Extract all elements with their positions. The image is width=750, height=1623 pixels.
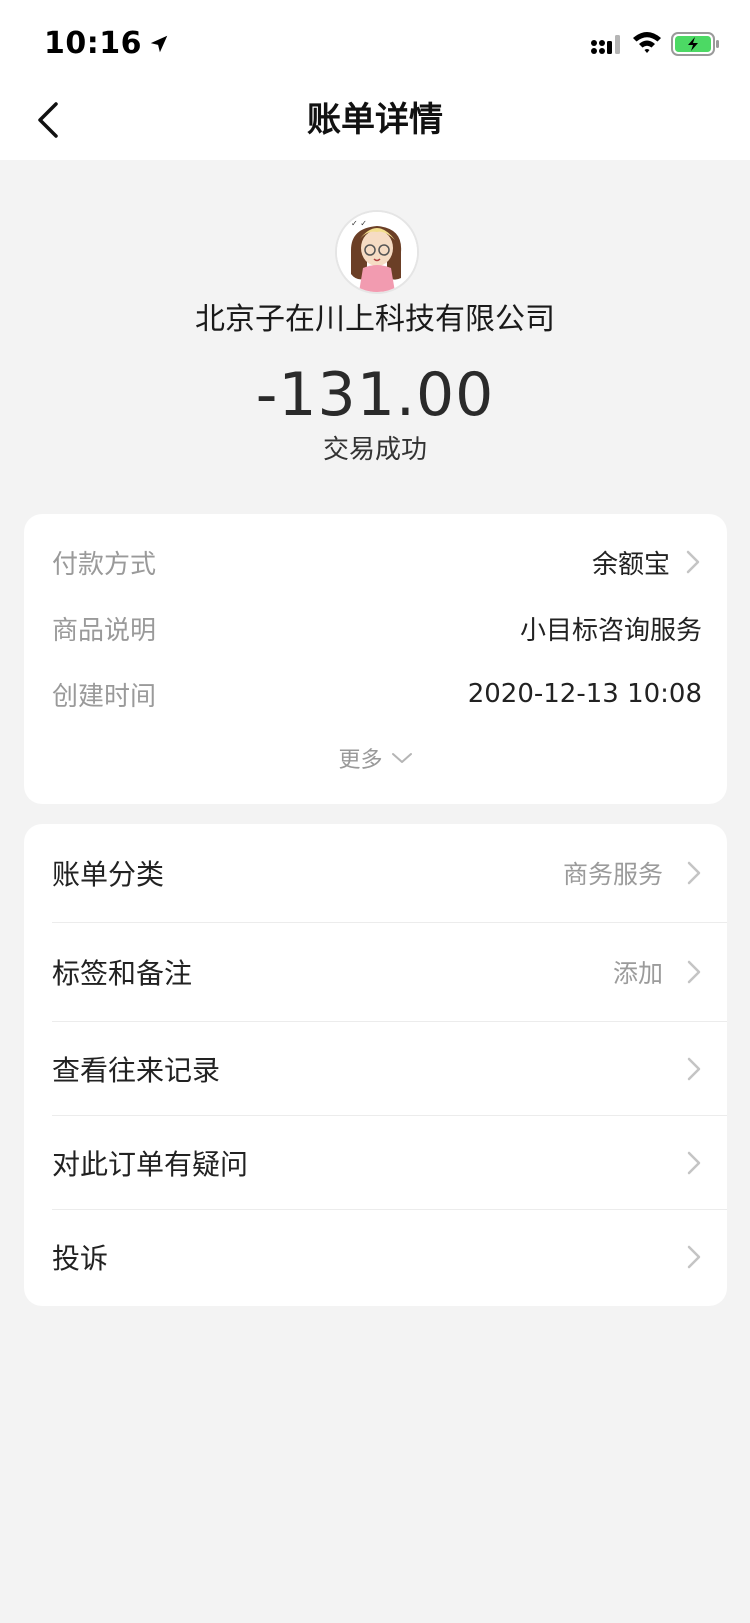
actions-card: 账单分类 商务服务 标签和备注 添加 查看往来记录 对此订单有疑问 投诉	[24, 824, 727, 1306]
status-bar: 10:16	[0, 0, 750, 88]
tags-notes-label: 标签和备注	[52, 957, 193, 990]
chevron-right-icon	[684, 548, 702, 576]
payment-method-value-wrap: 余额宝	[592, 544, 702, 581]
product-value: 小目标咨询服务	[519, 615, 702, 646]
created-time-label: 创建时间	[52, 681, 157, 712]
transaction-status: 交易成功	[322, 435, 427, 465]
chevron-right-icon	[685, 1149, 703, 1177]
product-row: 商品说明 小目标咨询服务	[52, 604, 702, 652]
order-question-row[interactable]: 对此订单有疑问	[52, 1116, 727, 1209]
details-card: 付款方式 余额宝 商品说明 小目标咨询服务 创建时间 2020-12-13 10…	[24, 514, 727, 804]
bill-category-label: 账单分类	[52, 858, 165, 891]
bill-category-right: 商务服务	[563, 855, 727, 891]
location-arrow-icon	[150, 35, 168, 52]
more-label: 更多	[338, 748, 383, 773]
complaint-row[interactable]: 投诉	[52, 1210, 727, 1304]
battery-charging-icon	[671, 32, 719, 56]
merchant-avatar: ✓ ✓	[335, 210, 419, 294]
more-button[interactable]: 更多	[24, 738, 727, 778]
order-question-label: 对此订单有疑问	[52, 1147, 249, 1181]
chevron-right-icon	[685, 859, 703, 887]
payment-method-label: 付款方式	[52, 549, 157, 580]
svg-text:✓ ✓: ✓ ✓	[351, 219, 367, 228]
wifi-icon	[633, 32, 661, 53]
page-title: 账单详情	[307, 100, 443, 140]
payment-method-value: 余额宝	[591, 549, 670, 580]
status-time-text: 10:16	[44, 26, 142, 61]
chevron-down-icon	[391, 753, 412, 763]
cartoon-avatar-icon: ✓ ✓	[337, 212, 417, 292]
chevron-right-icon	[685, 1055, 703, 1083]
records-right	[685, 1055, 727, 1083]
status-time: 10:16	[44, 26, 170, 61]
created-time-row: 创建时间 2020-12-13 10:08	[52, 670, 702, 718]
created-time-value: 2020-12-13 10:08	[467, 679, 702, 709]
records-row[interactable]: 查看往来记录	[52, 1022, 727, 1115]
merchant-name: 北京子在川上科技有限公司	[195, 302, 555, 337]
chevron-right-icon	[685, 1243, 703, 1271]
payment-method-row[interactable]: 付款方式 余额宝	[52, 538, 702, 586]
transaction-amount: -131.00	[255, 360, 495, 430]
product-label: 商品说明	[52, 615, 157, 646]
complaint-label: 投诉	[52, 1242, 109, 1275]
records-label: 查看往来记录	[52, 1053, 221, 1087]
cellular-signal-icon	[591, 35, 620, 54]
complaint-right	[685, 1243, 727, 1271]
chevron-right-icon	[685, 958, 703, 986]
tags-notes-value: 添加	[612, 959, 663, 988]
bill-category-row[interactable]: 账单分类 商务服务	[52, 824, 727, 922]
bill-category-value: 商务服务	[562, 860, 663, 889]
top-bar: 10:16 账单详情	[0, 0, 750, 160]
tags-notes-row[interactable]: 标签和备注 添加	[52, 923, 727, 1021]
tags-notes-right: 添加	[613, 954, 727, 990]
order-question-right	[685, 1149, 727, 1177]
